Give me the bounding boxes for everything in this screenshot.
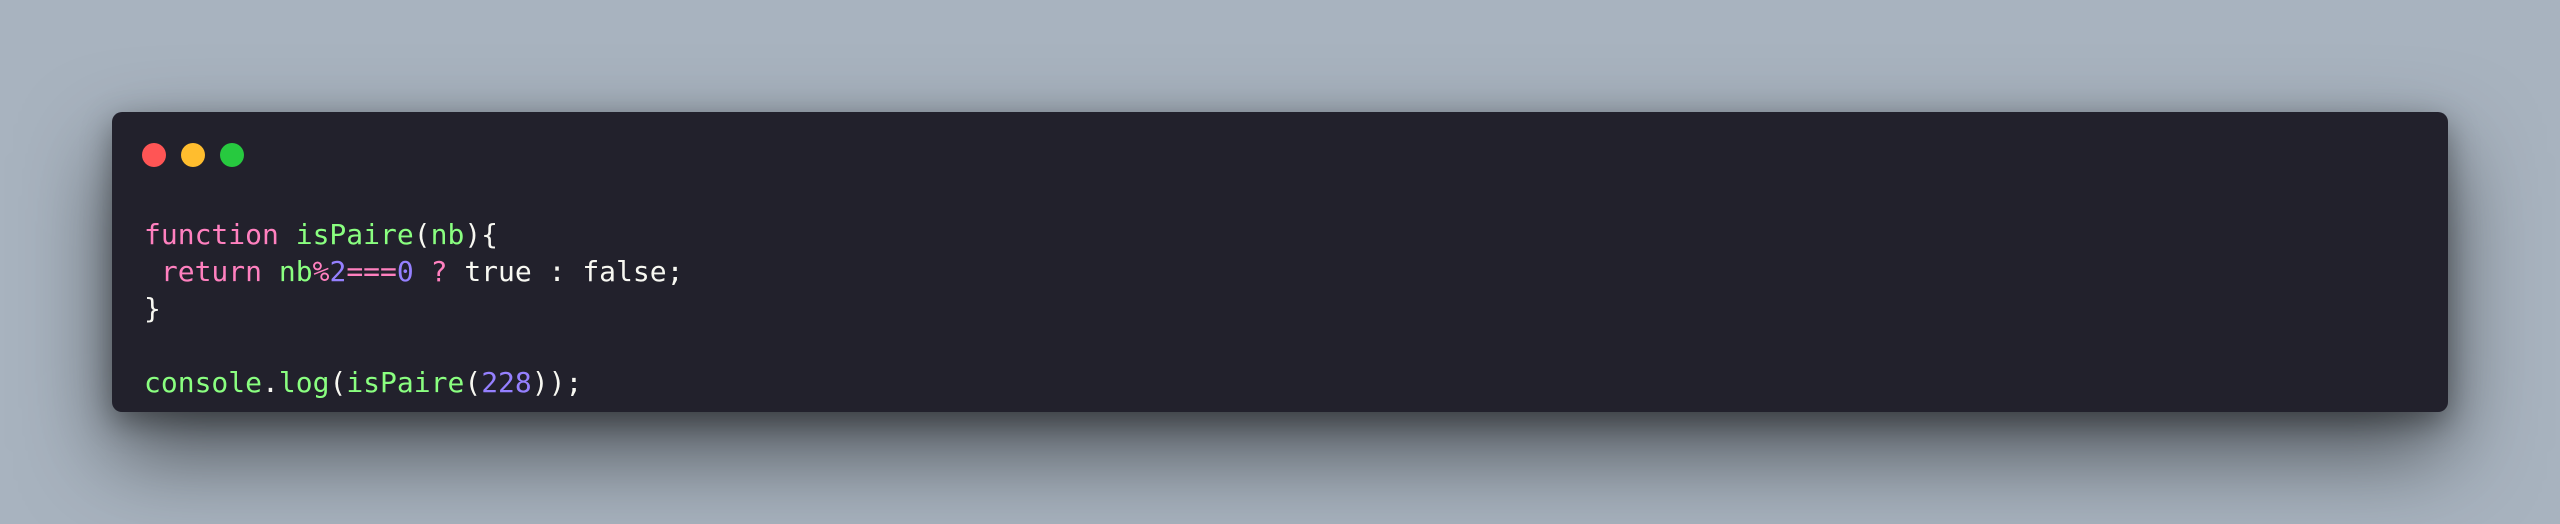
code-token: % xyxy=(312,255,330,288)
minimize-button[interactable] xyxy=(181,143,205,167)
code-line-3: } xyxy=(144,290,683,327)
code-token: ( xyxy=(464,366,482,399)
code-token: ){ xyxy=(464,218,499,251)
code-token: log xyxy=(278,366,330,399)
code-line-1: function isPaire(nb){ xyxy=(144,216,683,253)
code-token: isPaire xyxy=(346,366,465,399)
code-window: function isPaire(nb){ return nb%2===0 ? … xyxy=(112,112,2448,412)
code-token: 0 xyxy=(396,255,414,288)
window-controls xyxy=(142,143,244,167)
code-block: function isPaire(nb){ return nb%2===0 ? … xyxy=(144,216,683,401)
code-token: nb xyxy=(278,255,313,288)
code-line-2: return nb%2===0 ? true : false; xyxy=(144,253,684,290)
code-token: return xyxy=(160,255,263,288)
code-token: )); xyxy=(531,366,583,399)
code-token: 2 xyxy=(329,255,347,288)
code-token: console xyxy=(144,366,263,399)
code-token: } xyxy=(144,292,161,325)
code-token: true : false; xyxy=(447,255,684,288)
code-line-5: console.log(isPaire(228)); xyxy=(144,364,683,401)
code-token: ( xyxy=(329,366,347,399)
close-button[interactable] xyxy=(142,143,166,167)
code-token: ? xyxy=(430,255,448,288)
code-token: nb xyxy=(430,218,465,251)
code-token: function xyxy=(144,218,279,251)
code-token: 228 xyxy=(481,366,532,399)
code-token: isPaire xyxy=(295,218,414,251)
code-token: . xyxy=(262,366,279,399)
maximize-button[interactable] xyxy=(220,143,244,167)
code-token: === xyxy=(346,255,397,288)
code-token: ( xyxy=(413,218,431,251)
